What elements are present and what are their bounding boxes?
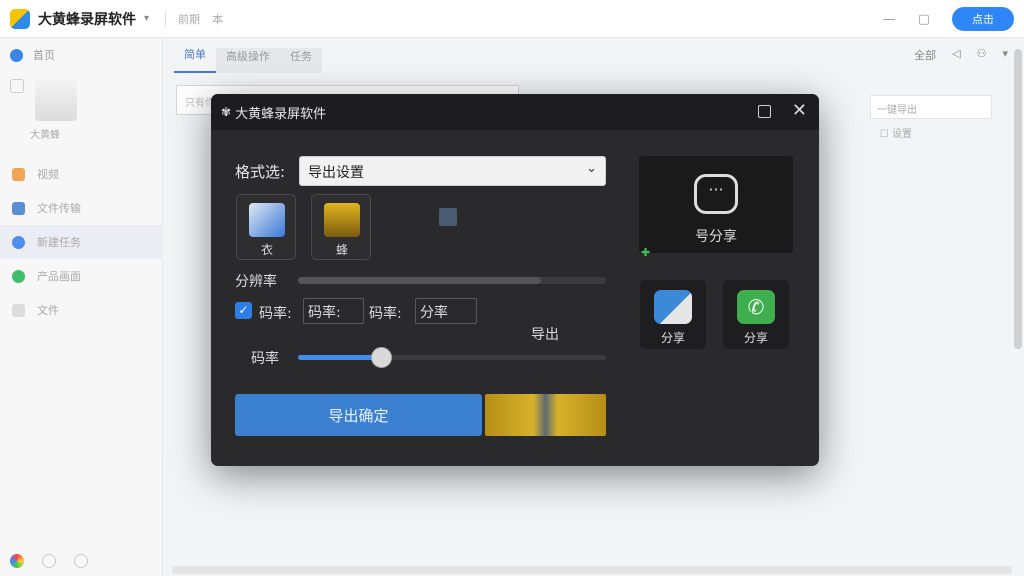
settings-checkbox-label: 设置 [892, 129, 912, 140]
bitrate-checkbox[interactable]: ✓ [235, 302, 252, 319]
phone-call-icon: ✆ [737, 290, 775, 324]
chevron-down-icon: ⌄ [586, 161, 597, 176]
chat-bubble-icon: ··· [694, 174, 738, 214]
minimize-icon[interactable]: — [883, 12, 896, 27]
resolution-label: 分辨率 [235, 274, 277, 290]
sidebar-item-file[interactable]: 文件 [0, 293, 163, 327]
dialog-title: 大黄蜂录屏软件 [235, 106, 327, 122]
dialog-titlebar: ✾ 大黄蜂录屏软件 ✕ [211, 94, 819, 130]
file-icon [12, 303, 25, 317]
export-text: 导出 [531, 327, 559, 343]
tab-simple[interactable]: 简单 [174, 46, 216, 73]
titlebar-actions: — ▢ 点击 [883, 0, 1014, 38]
share-panel[interactable]: ··· 号分享 [639, 156, 793, 253]
share-panel-label: 号分享 [695, 229, 737, 245]
sidebar-item-transfer[interactable]: 文件传输 [0, 191, 163, 225]
main-actions: 全部 ◁ ⚇ ▾ [914, 47, 1008, 63]
app-titlebar: 大黄蜂录屏软件 ▾ 前期 本 — ▢ 点击 [0, 0, 1024, 38]
close-icon[interactable]: ✕ [792, 100, 807, 122]
toolbar-link-1[interactable]: 前期 [178, 11, 200, 27]
sidebar-item-label: 文件 [37, 304, 59, 317]
sidebar-list: 视频 文件传输 新建任务 产品画面 文件 [0, 157, 163, 327]
resolution-bar[interactable] [298, 277, 606, 284]
share-tile-app[interactable]: 分享 [640, 280, 706, 349]
sidebar-item-video[interactable]: 视频 [0, 157, 163, 191]
format-label: 格式选: [235, 163, 286, 181]
sidebar-item-label: 视频 [37, 168, 59, 181]
transfer-icon [12, 201, 25, 215]
new-task-icon [12, 235, 25, 249]
theme-icon[interactable] [10, 554, 24, 568]
action-button[interactable]: 点击 [952, 7, 1014, 31]
product-icon [12, 269, 25, 283]
chevron-down-icon[interactable]: ▾ [144, 13, 149, 24]
format-select-value: 导出设置 [308, 165, 364, 181]
chevron-down-icon[interactable]: ▾ [1002, 47, 1008, 63]
thumbnail-image [35, 79, 77, 121]
horizontal-scrollbar[interactable] [172, 566, 1012, 574]
format-select[interactable]: 导出设置 ⌄ [299, 156, 606, 186]
document-chart-icon [249, 203, 285, 237]
bitrate-label-1: 码率: [259, 306, 292, 322]
home-icon [10, 48, 23, 62]
sidebar-item-new-task[interactable]: 新建任务 [0, 225, 163, 259]
main-tabs: 简单 高级操作 任务 [164, 39, 1024, 73]
toolbar-divider [165, 10, 167, 27]
restore-icon[interactable]: ▢ [918, 12, 930, 27]
sidebar-header-label: 首页 [33, 49, 55, 62]
export-confirm-button[interactable]: 导出确定 [235, 394, 482, 436]
vertical-scrollbar[interactable] [1014, 49, 1022, 349]
bitrate-field-2[interactable]: 分率 [415, 298, 477, 324]
tab-advanced[interactable]: 高级操作 [216, 48, 280, 73]
tile-label: 衣 [260, 243, 273, 257]
robot-icon [324, 203, 360, 237]
sidebar-item-label: 文件传输 [37, 202, 81, 215]
rate-label: 码率 [251, 351, 279, 367]
sidebar-header[interactable]: 首页 [0, 39, 162, 71]
sidebar-item-label: 新建任务 [37, 236, 81, 249]
status-dot-icon: ✚ [641, 246, 651, 259]
info-icon[interactable] [42, 554, 56, 568]
thumbnail-label: 大黄蜂 [30, 130, 60, 141]
maximize-icon[interactable] [758, 105, 771, 118]
sidebar: 首页 大黄蜂 视频 文件传输 新建任务 产品画面 文件 [0, 39, 163, 576]
folder-icon [10, 79, 24, 93]
user-icon[interactable]: ⚇ [977, 47, 987, 63]
tile-label: 蜂 [335, 243, 348, 257]
app-share-icon [654, 290, 692, 324]
rate-slider[interactable] [298, 347, 606, 368]
export-dialog: ✾ 大黄蜂录屏软件 ✕ 格式选: 导出设置 ⌄ 衣 蜂 分辨率 ✓ 码率: 码率… [211, 94, 819, 466]
sidebar-item-label: 产品画面 [37, 270, 81, 283]
mini-robot-icon [439, 208, 457, 226]
settings-checkbox[interactable]: ☐ 设置 [880, 125, 912, 140]
export-option-field[interactable]: 一键导出 [870, 95, 992, 119]
video-icon [12, 167, 25, 181]
sidebar-footer [10, 554, 88, 568]
toolbar-link-2[interactable]: 本 [212, 11, 223, 27]
format-tile-robot[interactable]: 蜂 [311, 194, 371, 260]
rate-slider-fill [298, 355, 382, 360]
rate-slider-thumb[interactable] [371, 347, 393, 368]
bitrate-label-2: 码率: [369, 306, 402, 322]
tab-task[interactable]: 任务 [280, 48, 322, 73]
send-icon[interactable]: ◁ [952, 47, 960, 63]
sidebar-item-product[interactable]: 产品画面 [0, 259, 163, 293]
app-name: 大黄蜂录屏软件 [38, 11, 136, 28]
share-tile-phone[interactable]: ✆ 分享 [723, 280, 789, 349]
bitrate-field-1[interactable]: 码率: [303, 298, 364, 324]
robot-preview-image [485, 394, 606, 436]
resolution-bar-fill [298, 277, 542, 284]
share-tile-label: 分享 [743, 331, 768, 345]
share-tile-label: 分享 [660, 331, 685, 345]
bee-logo-icon: ✾ [221, 105, 232, 119]
app-logo-icon [10, 8, 30, 29]
format-tile-document[interactable]: 衣 [236, 194, 296, 260]
all-button[interactable]: 全部 [914, 47, 936, 63]
settings-icon[interactable] [74, 554, 88, 568]
